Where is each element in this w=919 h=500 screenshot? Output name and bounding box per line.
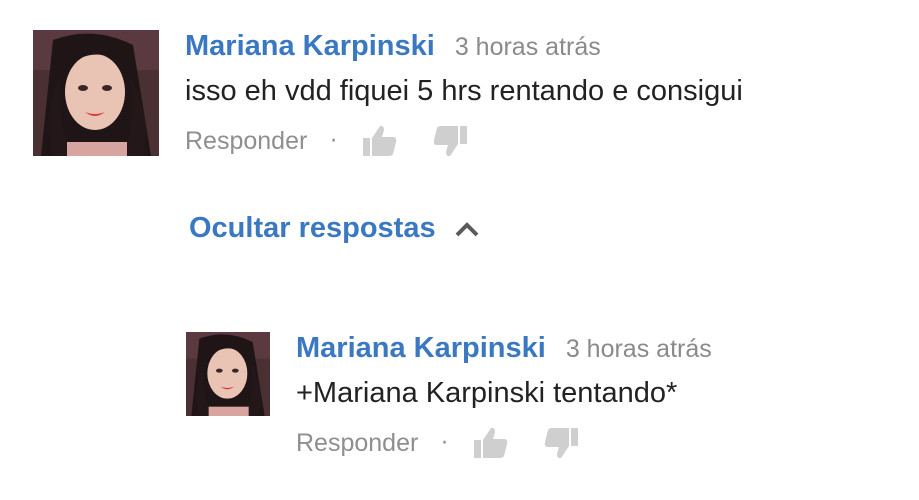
reply-body: Mariana Karpinski 3 horas atrás +Mariana…: [296, 332, 712, 460]
thumbs-up-icon[interactable]: [473, 426, 509, 460]
thumbs-up-icon[interactable]: [362, 124, 398, 158]
reply-comment: Mariana Karpinski 3 horas atrás +Mariana…: [186, 332, 712, 460]
reply-timestamp[interactable]: 3 horas atrás: [566, 335, 712, 364]
comment: Mariana Karpinski 3 horas atrás isso eh …: [33, 30, 743, 158]
comment-body: Mariana Karpinski 3 horas atrás isso eh …: [185, 30, 743, 158]
comment-actions: Responder ·: [185, 124, 743, 158]
thumbs-down-icon[interactable]: [543, 426, 579, 460]
reply-actions: Responder ·: [296, 426, 712, 460]
avatar[interactable]: [186, 332, 270, 416]
thumbs-down-icon[interactable]: [432, 124, 468, 158]
comment-timestamp[interactable]: 3 horas atrás: [455, 33, 601, 62]
hide-replies-label: Ocultar respostas: [189, 212, 436, 244]
avatar[interactable]: [33, 30, 159, 156]
comments-section: Mariana Karpinski 3 horas atrás isso eh …: [0, 0, 919, 500]
reply-button[interactable]: Responder: [296, 429, 418, 458]
separator-dot: ·: [440, 426, 449, 455]
comment-header: Mariana Karpinski 3 horas atrás: [185, 30, 743, 63]
avatar-image: [33, 30, 159, 156]
reply-button[interactable]: Responder: [185, 127, 307, 156]
reply-header: Mariana Karpinski 3 horas atrás: [296, 332, 712, 365]
comment-text: isso eh vdd fiquei 5 hrs rentando e cons…: [185, 75, 743, 107]
hide-replies-button[interactable]: Ocultar respostas: [189, 212, 480, 245]
reply-author-link[interactable]: Mariana Karpinski: [296, 332, 546, 365]
reply-text: +Mariana Karpinski tentando*: [296, 377, 678, 409]
avatar-image: [186, 332, 270, 416]
separator-dot: ·: [329, 124, 338, 153]
chevron-up-icon: [454, 220, 480, 238]
comment-author-link[interactable]: Mariana Karpinski: [185, 30, 435, 63]
